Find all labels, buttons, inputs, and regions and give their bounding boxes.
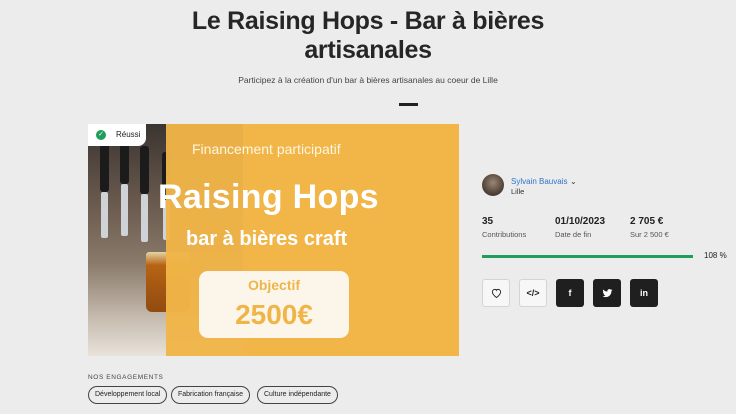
engagement-tag[interactable]: Fabrication française bbox=[171, 386, 250, 404]
engagement-tag[interactable]: Culture indépendante bbox=[257, 386, 338, 404]
twitter-share-button[interactable] bbox=[593, 279, 621, 307]
status-badge: ✓ Réussi bbox=[88, 124, 146, 146]
banner-subheading: Financement participatif bbox=[192, 141, 341, 157]
linkedin-share-button[interactable]: in bbox=[630, 279, 658, 307]
tap-spout bbox=[121, 184, 128, 236]
funding-progress-bar bbox=[482, 255, 693, 258]
facebook-icon: f bbox=[568, 288, 572, 298]
twitter-icon bbox=[602, 288, 612, 297]
heart-icon bbox=[491, 288, 501, 298]
funding-progress-percent: 108 % bbox=[704, 251, 727, 260]
status-badge-label: Réussi bbox=[116, 130, 141, 139]
chevron-down-icon[interactable]: ⌄ bbox=[570, 177, 577, 186]
funding-progress-fill bbox=[482, 255, 693, 258]
tap-spout bbox=[101, 192, 108, 238]
author-location: Lille bbox=[511, 187, 525, 196]
stat-contributions-value: 35 bbox=[482, 216, 494, 227]
page-subtitle: Participez à la création d'un bar à bièr… bbox=[238, 75, 498, 85]
author-name-link[interactable]: Sylvain Bauvais bbox=[511, 177, 567, 186]
engagement-tag[interactable]: Développement local bbox=[88, 386, 168, 404]
page-title: Le Raising Hops - Bar à bières artisanal… bbox=[191, 7, 545, 64]
facebook-share-button[interactable]: f bbox=[556, 279, 584, 307]
tap-handle bbox=[140, 146, 149, 194]
like-button[interactable] bbox=[482, 279, 510, 307]
embed-button[interactable]: </> bbox=[519, 279, 547, 307]
tap-spout bbox=[141, 194, 148, 242]
goal-card: Objectif 2500€ bbox=[199, 271, 349, 338]
engagements-heading: NOS ENGAGEMENTS bbox=[88, 374, 164, 381]
stat-amount-value: 2 705 € bbox=[630, 216, 664, 227]
goal-value: 2500€ bbox=[235, 299, 313, 330]
embed-code-icon: </> bbox=[526, 288, 540, 298]
linkedin-icon: in bbox=[640, 288, 648, 298]
tap-handle bbox=[100, 144, 109, 192]
stat-amount-label: Sur 2 500 € bbox=[630, 230, 669, 239]
title-divider bbox=[399, 103, 418, 106]
project-image: Financement participatif Raising Hops ba… bbox=[88, 124, 459, 356]
stat-end-date-label: Date de fin bbox=[555, 230, 592, 239]
stat-contributions-label: Contributions bbox=[482, 230, 527, 239]
goal-label: Objectif bbox=[247, 277, 301, 293]
banner-tagline: bar à bières craft bbox=[186, 228, 348, 250]
stat-end-date-value: 01/10/2023 bbox=[555, 216, 606, 227]
banner-heading: Raising Hops bbox=[158, 178, 379, 216]
author-avatar[interactable] bbox=[482, 174, 504, 196]
check-circle-icon: ✓ bbox=[96, 130, 106, 140]
